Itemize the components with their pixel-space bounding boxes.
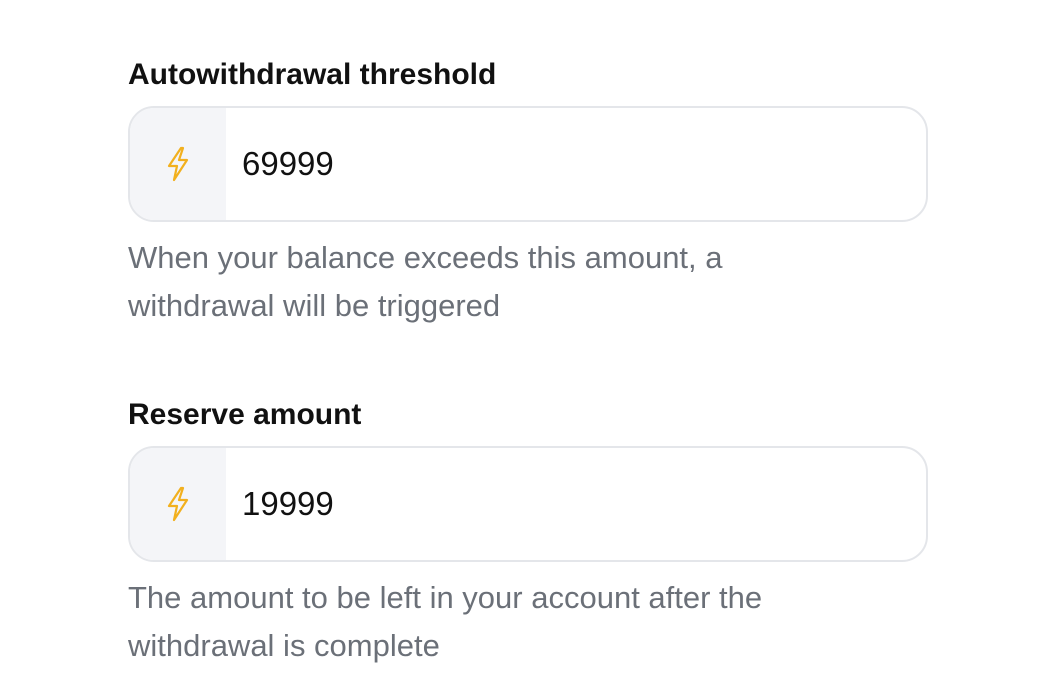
reserve-amount-input-group xyxy=(128,446,928,562)
lightning-bolt-icon xyxy=(164,146,192,182)
reserve-amount-field: Reserve amount The amount to be left in … xyxy=(128,396,928,670)
threshold-unit-addon xyxy=(130,108,226,220)
reserve-amount-label: Reserve amount xyxy=(128,398,362,431)
reserve-unit-addon xyxy=(130,448,226,560)
autowithdrawal-threshold-label: Autowithdrawal threshold xyxy=(128,58,497,91)
autowithdrawal-threshold-field: Autowithdrawal threshold When your balan… xyxy=(128,56,928,330)
reserve-amount-input[interactable] xyxy=(226,448,926,560)
autowithdrawal-threshold-help-text: When your balance exceeds this amount, a… xyxy=(128,240,723,323)
autowithdrawal-threshold-input[interactable] xyxy=(226,108,926,220)
autowithdrawal-threshold-input-group xyxy=(128,106,928,222)
reserve-amount-help-text: The amount to be left in your account af… xyxy=(128,580,763,663)
lightning-bolt-icon xyxy=(164,486,192,522)
